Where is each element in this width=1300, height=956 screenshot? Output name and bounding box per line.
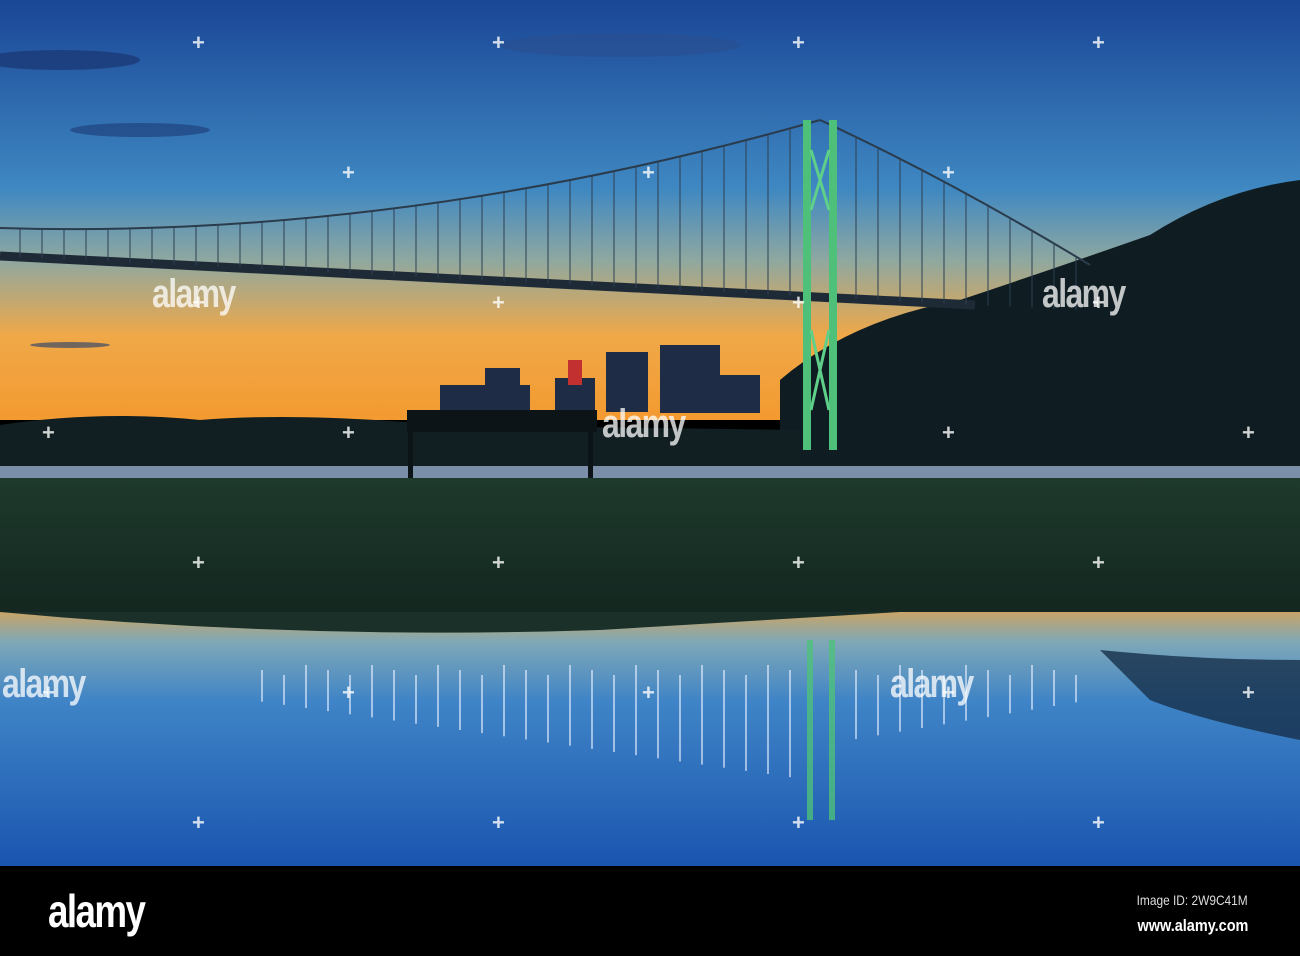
watermark-mark: + (492, 810, 505, 835)
watermark-mark: + (942, 680, 955, 705)
water-strip (0, 466, 1300, 480)
watermark-mark: + (642, 680, 655, 705)
watermark-mark: + (192, 550, 205, 575)
watermark-mark: + (42, 420, 55, 445)
watermark-mark: + (792, 30, 805, 55)
watermark-mark: + (492, 550, 505, 575)
watermark: alamy (890, 662, 974, 706)
watermark-mark: + (192, 290, 205, 315)
watermark-mark: + (1092, 290, 1105, 315)
watermark: alamy (1042, 272, 1126, 316)
watermark-mark: + (192, 30, 205, 55)
footer-bar: alamy Image ID: 2W9C41M www.alamy.com (0, 866, 1300, 956)
grass-field (0, 478, 1300, 618)
watermark-mark: + (342, 680, 355, 705)
watermark-mark: + (1242, 680, 1255, 705)
watermark-mark: + (1092, 810, 1105, 835)
watermark-mark: + (492, 290, 505, 315)
watermark-mark: + (1092, 30, 1105, 55)
stock-photo: alamy alamy alamy alamy alamy + + + + + + + + + +… (0, 0, 1300, 956)
watermark-mark: + (942, 160, 955, 185)
watermark-mark: + (42, 680, 55, 705)
watermark-mark: + (192, 810, 205, 835)
watermark-mark: + (792, 550, 805, 575)
watermark-mark: + (642, 160, 655, 185)
watermark-mark: + (942, 420, 955, 445)
alamy-logo[interactable]: alamy (48, 884, 146, 938)
image-id: Image ID: 2W9C41M (1136, 892, 1248, 908)
site-url[interactable]: www.alamy.com (1137, 916, 1248, 936)
watermark-mark: + (492, 30, 505, 55)
watermark-mark: + (1242, 420, 1255, 445)
watermark-mark: + (342, 160, 355, 185)
watermark-mark: + (342, 420, 355, 445)
watermark-mark: + (1092, 550, 1105, 575)
watermark-mark: + (792, 810, 805, 835)
watermark: alamy (602, 402, 686, 446)
watermark-mark: + (792, 290, 805, 315)
